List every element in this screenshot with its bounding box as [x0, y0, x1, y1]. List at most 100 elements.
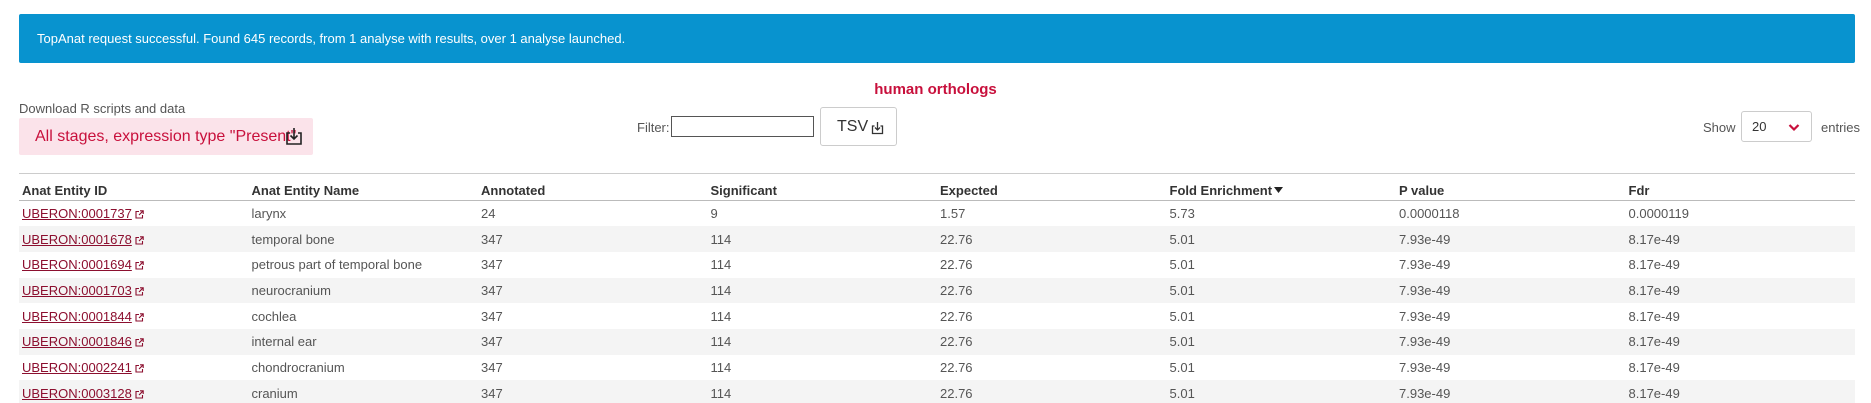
cell-value: 8.17e-49 — [1628, 334, 1680, 350]
table-cell: 347 — [478, 303, 708, 329]
table-cell: 7.93e-49 — [1396, 278, 1626, 304]
anat-entity-link[interactable]: UBERON:0001678 — [22, 232, 132, 247]
filter-input[interactable] — [671, 116, 814, 137]
table-cell: 8.17e-49 — [1626, 355, 1856, 381]
table-cell: 114 — [708, 329, 938, 355]
anat-entity-link[interactable]: UBERON:0001694 — [22, 257, 132, 272]
cell-value: 347 — [481, 334, 503, 350]
cell-value: 9 — [710, 206, 718, 222]
cell-value: 22.76 — [940, 308, 973, 324]
column-header-significant[interactable]: Significant — [708, 174, 938, 201]
cell-value: cranium — [251, 385, 298, 401]
cell-value: 8.17e-49 — [1628, 385, 1680, 401]
cell-value: neurocranium — [251, 282, 332, 298]
table-cell: cochlea — [249, 303, 479, 329]
table-cell: 7.93e-49 — [1396, 329, 1626, 355]
column-header-anat-entity-name[interactable]: Anat Entity Name — [249, 174, 479, 201]
external-link-icon[interactable] — [135, 261, 144, 270]
cell-value: 8.17e-49 — [1628, 308, 1680, 324]
table-row: UBERON:0002241 chondrocranium 347 114 22.76 5… — [19, 355, 1855, 381]
cell-value: 24 — [481, 206, 496, 222]
external-link-icon[interactable] — [135, 364, 144, 373]
table-cell: 5.73 — [1167, 201, 1397, 227]
table-cell[interactable]: UBERON:0001703 — [19, 278, 249, 304]
table-cell: 7.93e-49 — [1396, 355, 1626, 381]
table-cell: 8.17e-49 — [1626, 226, 1856, 252]
cell-value: 5.01 — [1169, 282, 1195, 298]
table-cell: chondrocranium — [249, 355, 479, 381]
entries-per-page-select[interactable]: 20 — [1741, 111, 1812, 142]
table-cell: 7.93e-49 — [1396, 303, 1626, 329]
table-cell[interactable]: UBERON:0001694 — [19, 252, 249, 278]
table-row: UBERON:0003128 cranium 347 114 22.76 5.01 7.93… — [19, 380, 1855, 403]
table-cell: cranium — [249, 380, 479, 403]
table-cell: 7.93e-49 — [1396, 252, 1626, 278]
table-header-row: Anat Entity ID Anat Entity Name Annotate… — [19, 173, 1856, 201]
table-cell: 9 — [708, 201, 938, 227]
table-body: UBERON:0001737 larynx 24 9 1.57 5.73 0.0000118… — [19, 201, 1855, 403]
column-header-annotated[interactable]: Annotated — [478, 174, 708, 201]
cell-value: cochlea — [251, 308, 297, 324]
cell-value: 347 — [481, 257, 503, 273]
cell-value: 114 — [710, 282, 732, 298]
cell-value: 7.93e-49 — [1399, 308, 1451, 324]
table-cell: petrous part of temporal bone — [249, 252, 479, 278]
entries-selected-value: 20 — [1752, 119, 1767, 134]
cell-value: 114 — [710, 231, 732, 247]
table-cell[interactable]: UBERON:0003128 — [19, 380, 249, 403]
page-title: human orthologs — [874, 81, 997, 98]
table-cell: 7.93e-49 — [1396, 226, 1626, 252]
cell-value: 7.93e-49 — [1399, 359, 1451, 375]
external-link-icon[interactable] — [135, 210, 144, 219]
cell-value: 347 — [481, 359, 503, 375]
table-cell[interactable]: UBERON:0001678 — [19, 226, 249, 252]
table-cell: 114 — [708, 380, 938, 403]
anat-entity-link[interactable]: UBERON:0001737 — [22, 206, 132, 221]
download-r-scripts-button[interactable]: All stages, expression type "Present" — [19, 118, 313, 155]
cell-value: 22.76 — [940, 282, 973, 298]
external-link-icon[interactable] — [135, 235, 144, 245]
table-cell: 22.76 — [937, 226, 1167, 252]
anat-entity-link[interactable]: UBERON:0001703 — [22, 283, 132, 298]
cell-value: 5.01 — [1169, 334, 1195, 350]
table-cell[interactable]: UBERON:0001844 — [19, 303, 249, 329]
column-header-expected[interactable]: Expected — [937, 174, 1167, 201]
external-link-icon[interactable] — [135, 312, 144, 322]
cell-value: 347 — [481, 385, 503, 401]
column-header-p-value[interactable]: P value — [1396, 174, 1626, 201]
table-cell: 5.01 — [1167, 329, 1397, 355]
column-header-anat-entity-id[interactable]: Anat Entity ID — [19, 174, 249, 201]
anat-entity-link[interactable]: UBERON:0001844 — [22, 309, 132, 324]
anat-entity-link[interactable]: UBERON:0002241 — [22, 360, 132, 375]
external-link-icon[interactable] — [135, 338, 144, 347]
tsv-download-button[interactable]: TSV — [820, 107, 897, 146]
cell-value: 8.17e-49 — [1628, 231, 1680, 247]
table-cell: 8.17e-49 — [1626, 329, 1856, 355]
table-cell[interactable]: UBERON:0002241 — [19, 355, 249, 381]
anat-entity-link[interactable]: UBERON:0001846 — [22, 334, 132, 349]
table-cell: 1.57 — [937, 201, 1167, 227]
table-cell: 22.76 — [937, 355, 1167, 381]
external-link-icon[interactable] — [135, 389, 144, 399]
table-cell: 8.17e-49 — [1626, 303, 1856, 329]
external-link-icon[interactable] — [135, 287, 144, 296]
success-alert: TopAnat request successful. Found 645 re… — [19, 14, 1855, 63]
table-row: UBERON:0001846 internal ear 347 114 22.76 5.0… — [19, 328, 1856, 355]
cell-value: 5.01 — [1169, 385, 1195, 401]
table-cell[interactable]: UBERON:0001846 — [19, 329, 249, 355]
cell-value: 347 — [481, 282, 503, 298]
table-cell: 22.76 — [937, 329, 1167, 355]
cell-value: 5.01 — [1169, 359, 1195, 375]
column-header-fdr[interactable]: Fdr — [1626, 174, 1856, 201]
cell-value: 347 — [481, 308, 503, 324]
cell-value: 22.76 — [940, 334, 973, 350]
table-cell: 114 — [708, 355, 938, 381]
column-header-fold-enrichment[interactable]: Fold Enrichment — [1167, 174, 1397, 201]
table-cell: 5.01 — [1167, 380, 1397, 403]
anat-entity-link[interactable]: UBERON:0003128 — [22, 386, 132, 401]
cell-value: 114 — [710, 385, 732, 401]
table-cell[interactable]: UBERON:0001737 — [19, 201, 249, 227]
alert-message: TopAnat request successful. Found 645 re… — [37, 31, 626, 46]
sort-desc-icon — [1274, 186, 1284, 193]
table-cell: 347 — [478, 380, 708, 403]
